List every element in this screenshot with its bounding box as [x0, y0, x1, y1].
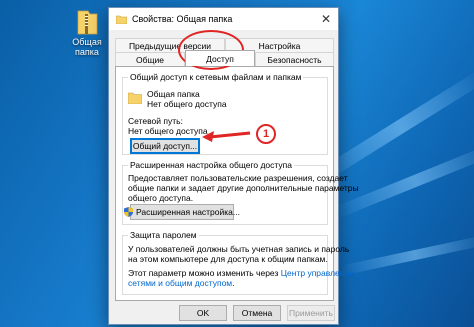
group-title: Расширенная настройка общего доступа — [128, 160, 294, 170]
tab-general[interactable]: Общие — [115, 52, 185, 66]
advanced-description-line1: Предоставляет пользовательские разрешени… — [128, 173, 348, 183]
password-protection-group: Защита паролем У пользователей должны бы… — [122, 230, 354, 295]
tab-security[interactable]: Безопасность — [255, 52, 334, 66]
network-path-label: Сетевой путь: — [128, 116, 183, 126]
folder-zip-icon — [74, 8, 100, 36]
group-title: Общий доступ к сетевым файлам и папкам — [128, 72, 304, 82]
network-center-link[interactable]: Центр управления — [281, 268, 354, 278]
group-title: Защита паролем — [128, 230, 199, 240]
password-description-line3: Этот параметр можно изменить через Центр… — [128, 268, 354, 278]
dialog-title: Свойства: Общая папка — [132, 14, 233, 24]
ok-button[interactable]: OK — [179, 305, 227, 321]
properties-dialog: Свойства: Общая папка ✕ Предыдущие верси… — [108, 7, 359, 325]
password-description-prefix: Этот параметр можно изменить через — [128, 268, 279, 278]
background-light-beam — [340, 234, 474, 276]
password-description-line1: У пользователей должны быть учетная запи… — [128, 244, 350, 254]
close-icon[interactable]: ✕ — [314, 8, 338, 30]
password-description-line2: на этом компьютере для доступа к общим п… — [128, 254, 328, 264]
folder-icon — [127, 92, 143, 106]
advanced-sharing-button[interactable]: Расширенная настройка... — [124, 204, 240, 220]
desktop-icon-label-line1: Общая — [72, 37, 102, 47]
sentence-end: . — [232, 278, 235, 288]
advanced-sharing-group: Расширенная настройка общего доступа Пре… — [122, 160, 359, 225]
password-description-line4: сетями и общим доступом. — [128, 278, 235, 288]
desktop-folder-shortcut[interactable]: Общая папка — [64, 8, 110, 57]
folder-name: Общая папка — [147, 89, 200, 99]
tab-sharing[interactable]: Доступ — [185, 50, 255, 66]
desktop-icon-label-line2: папка — [75, 47, 99, 57]
sharing-panel: Общий доступ к сетевым файлам и папкам О… — [115, 66, 359, 301]
folder-share-status: Нет общего доступа — [147, 99, 227, 109]
apply-button[interactable]: Применить — [287, 305, 335, 321]
advanced-description-line2: общие папки и задает другие дополнительн… — [128, 183, 359, 193]
cancel-button[interactable]: Отмена — [233, 305, 281, 321]
network-path-value: Нет общего доступа — [128, 126, 208, 136]
shield-icon — [124, 207, 134, 217]
red-arrow-icon — [200, 125, 252, 145]
desktop-icon-label: Общая папка — [64, 37, 110, 57]
network-sharing-link[interactable]: сетями и общим доступом — [128, 278, 232, 288]
share-button[interactable]: Общий доступ... — [130, 138, 200, 154]
step-number-badge: 1 — [256, 124, 276, 144]
folder-icon — [115, 15, 128, 24]
title-bar[interactable]: Свойства: Общая папка ✕ — [109, 8, 338, 30]
advanced-sharing-label: Расширенная настройка... — [136, 207, 240, 217]
advanced-description-line3: общего доступа. — [128, 193, 194, 203]
